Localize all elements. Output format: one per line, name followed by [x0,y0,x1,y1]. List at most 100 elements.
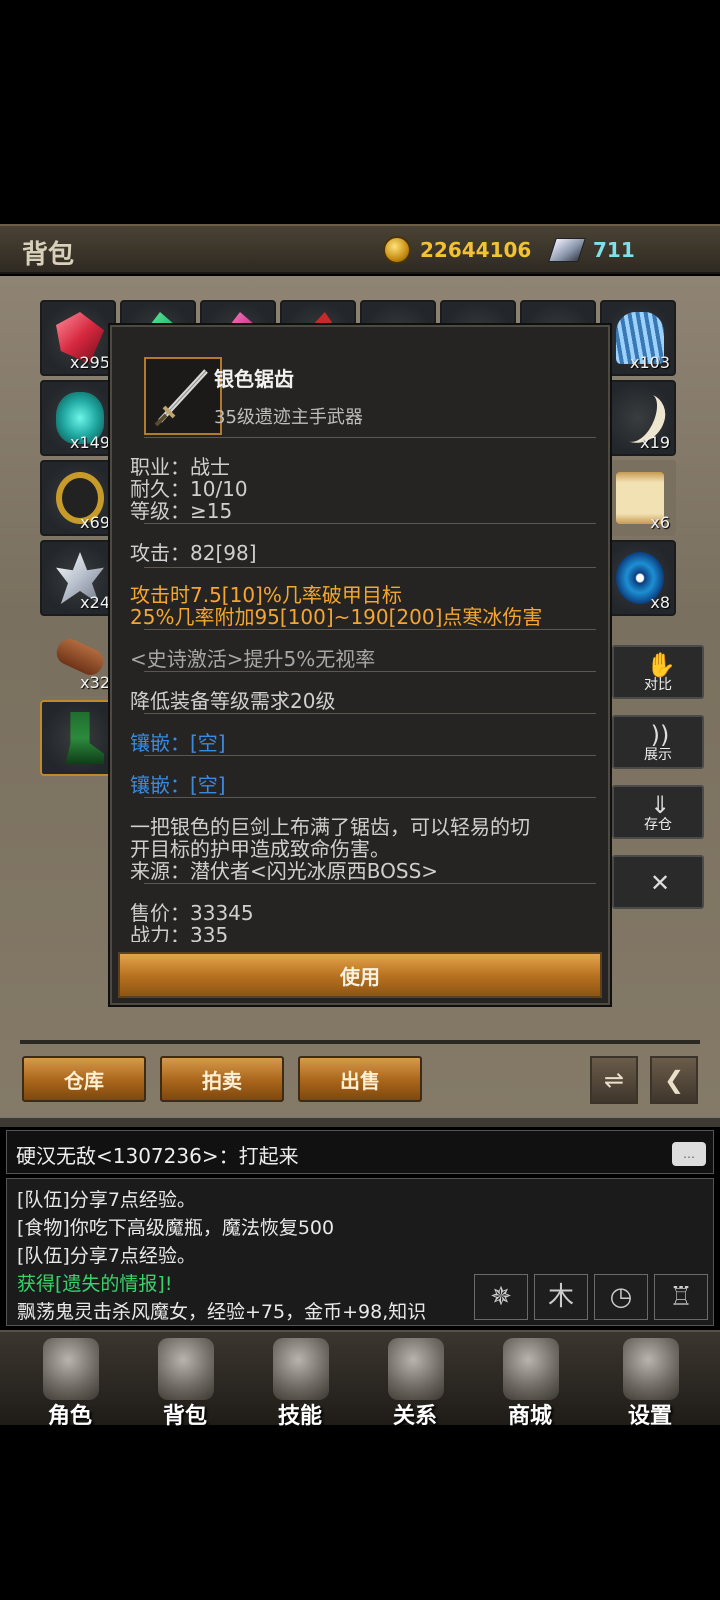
divider [144,883,596,884]
item-count: x295 [69,353,110,372]
ingot-amount: 711 [593,238,635,262]
divider [144,671,596,672]
silver-sword-icon [144,357,222,435]
inventory-slot[interactable]: x69 [40,460,116,536]
divider [144,755,596,756]
gold-coin-icon [383,236,411,264]
inventory-slot[interactable]: x32 [40,620,116,696]
nav-character[interactable]: 角色 [15,1332,125,1429]
log-line: [食物]你吃下高级魔瓶，魔法恢复500 [17,1217,335,1239]
inventory-slot[interactable]: x149 [40,380,116,456]
chat-tab-strip[interactable] [0,1117,720,1127]
nav-label: 设置 [627,1404,672,1429]
inventory-slot[interactable]: x295 [40,300,116,376]
divider [144,713,596,714]
item-socket-1: 镶嵌：[空] [130,731,226,755]
divider [144,567,596,568]
use-button[interactable]: 使用 [118,952,602,998]
auto-button[interactable]: 木 [534,1274,588,1320]
nav-skills[interactable]: 技能 [245,1332,355,1429]
crossed-swords-icon: ✵ [490,1282,512,1312]
auction-button[interactable]: 拍卖 [160,1056,284,1102]
tree-icon: 木 [547,1282,574,1312]
inventory-slot-selected[interactable] [40,700,116,776]
collapse-button[interactable]: ❮ [650,1056,698,1104]
green-boots-icon [65,712,104,764]
item-level-reduction: 降低装备等级需求20级 [130,689,336,713]
store-label: 存仓 [644,817,672,833]
item-count: x8 [650,593,670,612]
item-subtitle: 35级遗迹主手武器 [214,407,363,428]
log-line: [队伍]分享7点经验。 [17,1245,196,1267]
gear-icon [623,1338,679,1400]
close-popup-button[interactable]: ✕ [612,855,704,909]
page-title: 背包 [22,240,75,270]
item-power: 战力：335 [130,923,229,942]
sell-button[interactable]: 出售 [298,1056,422,1102]
inventory-slot[interactable]: x6 [600,460,676,536]
log-line: [队伍]分享7点经验。 [17,1189,196,1211]
inventory-slot[interactable]: x103 [600,300,676,376]
item-source: 来源：潜伏者<闪光冰原西BOSS> [130,859,439,883]
item-count: x69 [80,513,110,532]
nav-shop[interactable]: 商城 [475,1332,585,1429]
backpack-header: 背包 22644106 711 [0,224,720,274]
item-count: x6 [650,513,670,532]
close-icon: ✕ [649,869,671,897]
nav-relations[interactable]: 关系 [360,1332,470,1429]
battle-mode-button[interactable]: ✵ [474,1274,528,1320]
item-count: x24 [80,593,110,612]
chat-latest-message: 硬汉无敌<1307236>：打起来 [16,1144,299,1168]
item-level: 等级：≥15 [130,499,233,523]
trophy-icon: ♖ [669,1282,693,1312]
trophy-button[interactable]: ♖ [654,1274,708,1320]
ingot-icon [548,238,586,262]
item-name: 银色锯齿 [214,367,294,391]
nav-backpack[interactable]: 背包 [130,1332,240,1429]
warehouse-button[interactable]: 仓库 [22,1056,146,1102]
chevron-left-icon: ❮ [663,1066,685,1094]
clock-button[interactable]: ◷ [594,1274,648,1320]
divider [144,797,596,798]
handshake-icon [388,1338,444,1400]
helmet-icon [43,1338,99,1400]
nav-label: 商城 [507,1404,552,1429]
sort-button[interactable]: ⇌ [590,1056,638,1104]
item-socket-2: 镶嵌：[空] [130,773,226,797]
item-effect-ice-damage: 25%几率附加95[100]~190[200]点寒冰伤害 [130,605,543,629]
compare-button[interactable]: ✋ 对比 [612,645,704,699]
inventory-slot[interactable]: x24 [40,540,116,616]
item-count: x19 [640,433,670,452]
nav-label: 角色 [47,1404,92,1429]
log-line: 飘荡鬼灵击杀风魔女，经验+75，金币+98,知识 [17,1301,427,1323]
nav-label: 关系 [392,1404,437,1429]
item-count: x32 [80,673,110,692]
compare-label: 对比 [644,677,672,693]
divider [144,629,596,630]
show-button[interactable]: )) 展示 [612,715,704,769]
backpack-icon [158,1338,214,1400]
item-epic-bonus: <史诗激活>提升5%无视率 [130,647,376,671]
skill-book-icon [273,1338,329,1400]
item-detail-content: 银色锯齿 35级遗迹主手武器 职业：战士 耐久：10/10 等级：≥15 攻击：… [126,327,596,942]
inventory-slot[interactable]: x8 [600,540,676,616]
inventory-slot[interactable]: x19 [600,380,676,456]
divider [144,437,596,438]
item-count: x103 [629,353,670,372]
gold-amount: 22644106 [420,238,532,262]
item-detail-popup: 银色锯齿 35级遗迹主手武器 职业：战士 耐久：10/10 等级：≥15 攻击：… [110,325,610,1005]
sort-icon: ⇌ [603,1066,625,1094]
item-count: x149 [69,433,110,452]
bottom-navigation: 角色 背包 技能 关系 商城 设置 [0,1330,720,1429]
store-button[interactable]: ⇓ 存仓 [612,785,704,839]
divider [144,523,596,524]
treasure-chest-icon [503,1338,559,1400]
nav-label: 技能 [277,1404,322,1429]
clock-icon: ◷ [609,1282,633,1312]
item-attack: 攻击：82[98] [130,541,257,565]
log-line: 获得[遗失的情报]! [17,1273,173,1295]
chat-input-icon[interactable]: … [672,1142,706,1166]
nav-settings[interactable]: 设置 [595,1332,705,1429]
show-label: 展示 [644,747,672,763]
nav-label: 背包 [162,1404,207,1429]
